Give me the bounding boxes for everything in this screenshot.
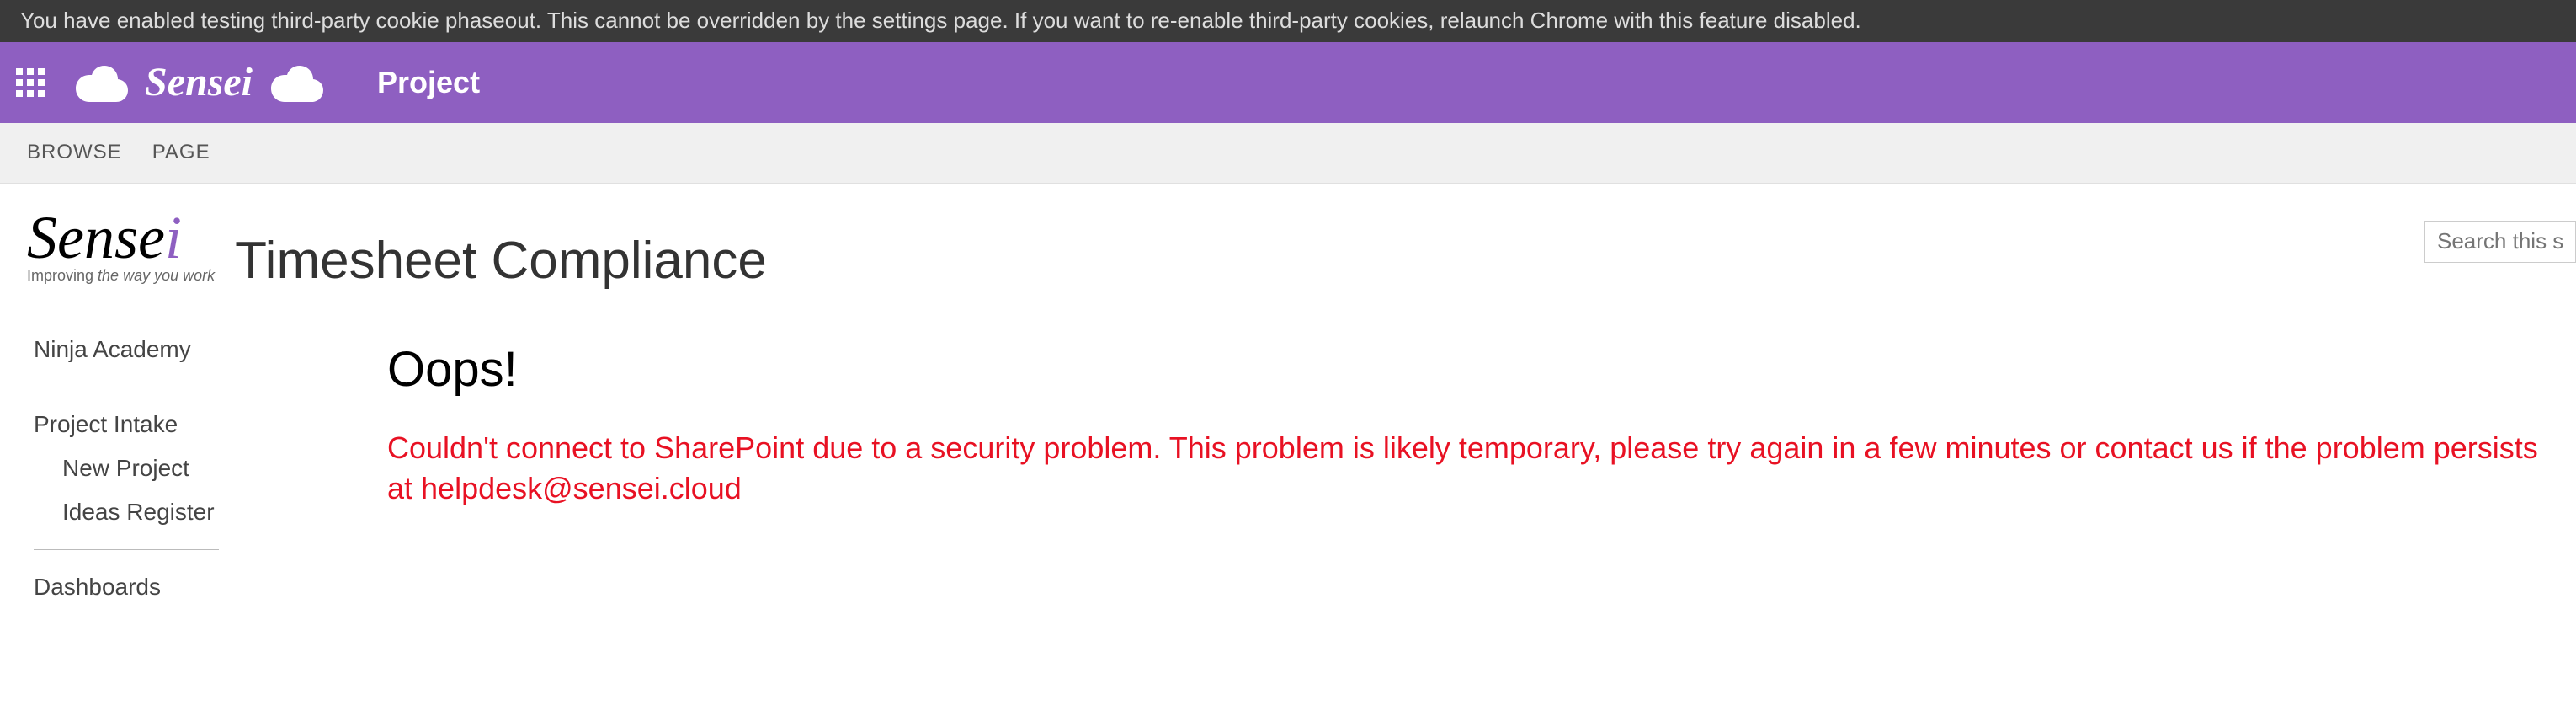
notice-text: You have enabled testing third-party coo…: [20, 8, 1861, 33]
error-heading: Oops!: [387, 341, 2542, 398]
page-title: Timesheet Compliance: [235, 231, 767, 291]
logo-tagline: Improving the way you work: [27, 267, 215, 285]
cloud-icon: [71, 62, 131, 103]
brand-name: Sensei: [145, 59, 253, 105]
sidebar-divider: [34, 549, 219, 550]
sidebar-item-new-project[interactable]: New Project: [34, 446, 317, 490]
site-logo[interactable]: Sensei Improving the way you work: [27, 211, 215, 285]
tab-browse[interactable]: BROWSE: [27, 141, 122, 164]
tab-page[interactable]: PAGE: [152, 141, 210, 164]
brand-zone: Sensei: [71, 59, 327, 105]
header-row: Sensei Improving the way you work Timesh…: [0, 184, 2576, 311]
logo-name: Sense: [27, 204, 165, 271]
tagline-prefix: Improving: [27, 267, 98, 284]
sidebar-item-ideas-register[interactable]: Ideas Register: [34, 490, 317, 534]
sidebar-item-ninja-academy[interactable]: Ninja Academy: [34, 328, 317, 371]
app-launcher-icon[interactable]: [10, 62, 51, 103]
tagline-em: the way you work: [98, 267, 215, 284]
search-input[interactable]: [2424, 221, 2576, 263]
content-lower: Ninja Academy Project Intake New Project…: [0, 311, 2576, 626]
ribbon: BROWSE PAGE: [0, 123, 2576, 184]
main-content: Oops! Couldn't connect to SharePoint due…: [337, 311, 2576, 626]
search-wrap: [2424, 211, 2576, 263]
sidebar-item-project-intake[interactable]: Project Intake: [34, 403, 317, 446]
error-body: Couldn't connect to SharePoint due to a …: [387, 428, 2542, 510]
app-bar: Sensei Project: [0, 42, 2576, 123]
logo-text: Sensei: [27, 211, 215, 265]
cloud-icon: [266, 62, 327, 103]
logo-accent: i: [165, 204, 182, 271]
sidebar-item-dashboards[interactable]: Dashboards: [34, 565, 317, 609]
app-title[interactable]: Project: [377, 65, 480, 100]
sidebar: Ninja Academy Project Intake New Project…: [0, 311, 337, 626]
cookie-phaseout-notice: You have enabled testing third-party coo…: [0, 0, 2576, 42]
